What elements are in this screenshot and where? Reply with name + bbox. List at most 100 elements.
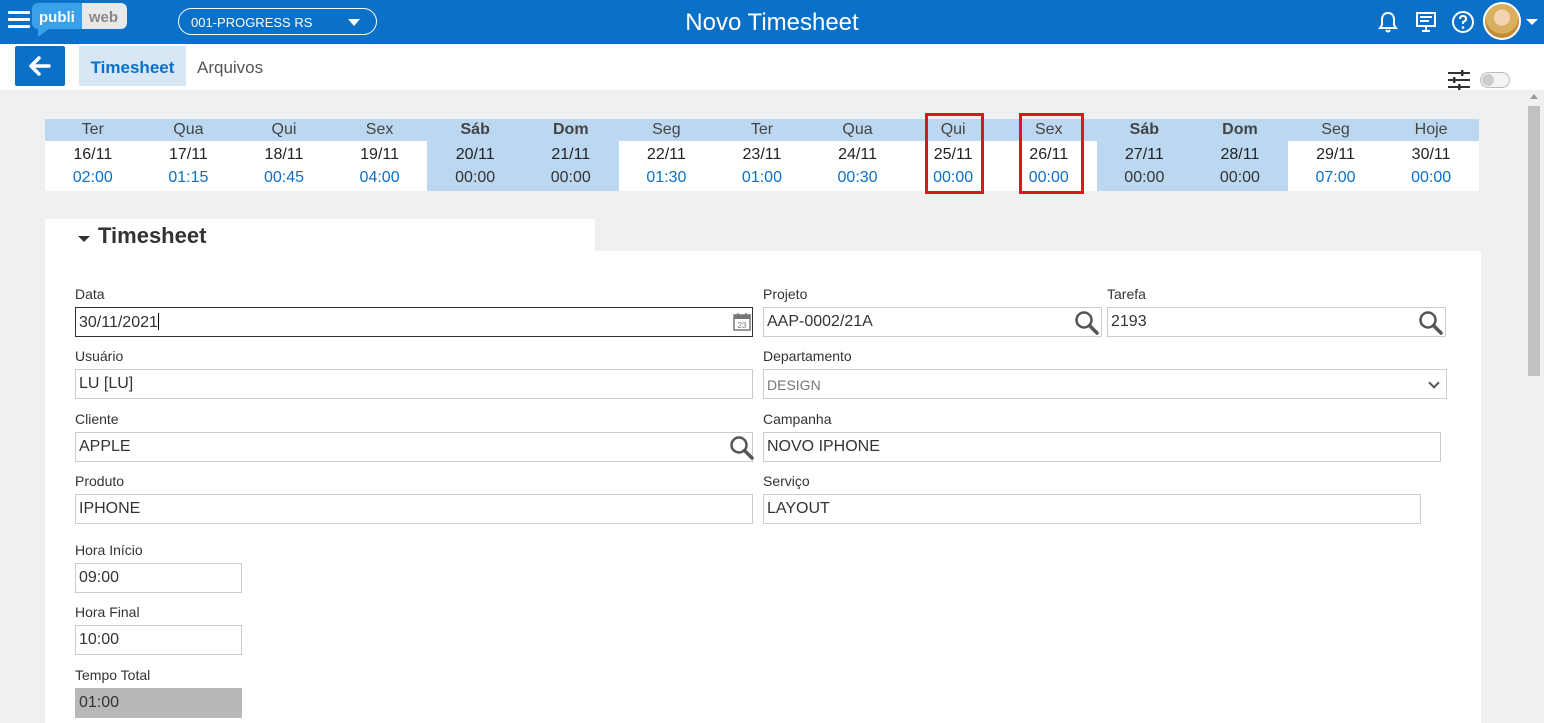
calendar-day[interactable]: Qui 25/11 00:00 bbox=[905, 119, 1001, 191]
calendar-day[interactable]: Qua 17/11 01:15 bbox=[140, 119, 237, 191]
calendar-day-name: Sex bbox=[1000, 119, 1097, 141]
data-input[interactable]: 30/11/2021 23 bbox=[75, 307, 753, 337]
calendar-day-date: 19/11 bbox=[360, 146, 399, 163]
collapse-triangle-icon[interactable] bbox=[78, 236, 90, 242]
calendar-day-date: 25/11 bbox=[933, 146, 973, 163]
view-toggle[interactable] bbox=[1480, 72, 1510, 88]
cliente-input-value: APPLE bbox=[79, 438, 131, 455]
calendar-day-name: Ter bbox=[714, 119, 810, 141]
produto-label: Produto bbox=[75, 473, 125, 489]
calendar-day[interactable]: Seg 29/11 07:00 bbox=[1287, 119, 1384, 191]
tab-arquivos[interactable]: Arquivos bbox=[197, 58, 263, 78]
calendar-day-name: Qua bbox=[140, 119, 237, 141]
calendar-day[interactable]: Qua 24/11 00:30 bbox=[809, 119, 906, 191]
section-header[interactable]: Timesheet bbox=[45, 219, 595, 252]
cliente-label: Cliente bbox=[75, 411, 119, 427]
company-select[interactable]: 001-PROGRESS RS bbox=[178, 8, 377, 35]
calendar-day[interactable]: Ter 23/11 01:00 bbox=[714, 119, 810, 191]
calendar-day-date: 21/11 bbox=[551, 146, 591, 163]
campanha-label: Campanha bbox=[763, 411, 832, 427]
scroll-thumb[interactable] bbox=[1528, 106, 1540, 376]
calendar-day-date: 30/11 bbox=[1411, 146, 1451, 163]
calendar-day[interactable]: Dom 28/11 00:00 bbox=[1192, 119, 1288, 191]
section-title: Timesheet bbox=[98, 223, 207, 248]
calendar-day-hours: 00:00 bbox=[1411, 169, 1452, 186]
hora-inicio-input[interactable]: 09:00 bbox=[75, 563, 242, 593]
projeto-label: Projeto bbox=[763, 286, 808, 302]
calendar-day-hours: 00:30 bbox=[837, 169, 878, 186]
calendar-day[interactable]: Seg 22/11 01:30 bbox=[618, 119, 715, 191]
hora-final-input-value: 10:00 bbox=[79, 631, 120, 648]
calendar-day-hours: 00:00 bbox=[933, 169, 974, 186]
produto-input[interactable]: IPHONE bbox=[75, 494, 753, 524]
svg-text:23: 23 bbox=[738, 321, 747, 330]
usuario-label: Usuário bbox=[75, 348, 124, 364]
scroll-up-arrow-icon[interactable] bbox=[1530, 94, 1538, 99]
calendar-day-hours: 00:00 bbox=[455, 169, 496, 186]
help-icon[interactable] bbox=[1451, 10, 1475, 34]
calendar-day-hours: 01:30 bbox=[646, 169, 687, 186]
projeto-input-value: AAP-0002/21A bbox=[767, 313, 873, 330]
caret-down-icon bbox=[348, 19, 360, 26]
calendar-day-date: 22/11 bbox=[646, 146, 686, 163]
search-icon[interactable] bbox=[1074, 310, 1100, 336]
calendar-day-hours: 00:00 bbox=[1219, 169, 1260, 186]
calendar-day[interactable]: Qui 18/11 00:45 bbox=[236, 119, 332, 191]
calendar-day[interactable]: Sáb 20/11 00:00 bbox=[427, 119, 523, 191]
calendar-day-name: Qui bbox=[236, 119, 332, 141]
cliente-input[interactable]: APPLE bbox=[75, 432, 755, 462]
logo-web-text: web bbox=[81, 3, 128, 29]
tarefa-label: Tarefa bbox=[1107, 286, 1146, 302]
caret-down-icon[interactable] bbox=[1526, 19, 1538, 25]
calendar-day[interactable]: Ter 16/11 02:00 bbox=[45, 119, 141, 191]
calendar-day-name: Hoje bbox=[1383, 119, 1479, 141]
monitor-icon[interactable] bbox=[1414, 10, 1438, 34]
calendar-day-name: Qui bbox=[905, 119, 1001, 141]
servico-input-value: LAYOUT bbox=[767, 500, 830, 517]
tab-timesheet[interactable]: Timesheet bbox=[79, 46, 186, 86]
hora-inicio-label: Hora Início bbox=[75, 542, 143, 558]
top-bar: publi web 001-PROGRESS RS Novo Timesheet bbox=[0, 0, 1544, 44]
campanha-input[interactable]: NOVO IPHONE bbox=[763, 432, 1441, 462]
back-button[interactable] bbox=[15, 46, 65, 86]
week-calendar: Ter 16/11 02:00 Qua 17/11 01:15 Qui 18/11 00:45 S… bbox=[45, 119, 1479, 191]
calendar-day-name: Dom bbox=[1192, 119, 1288, 141]
sliders-icon[interactable] bbox=[1447, 69, 1471, 91]
calendar-day-date: 26/11 bbox=[1029, 146, 1069, 163]
hora-final-input[interactable]: 10:00 bbox=[75, 625, 242, 655]
calendar-day-hours: 01:15 bbox=[168, 169, 209, 186]
tempo-total-value: 01:00 bbox=[79, 694, 120, 711]
servico-input[interactable]: LAYOUT bbox=[763, 494, 1421, 524]
calendar-day[interactable]: Dom 21/11 00:00 bbox=[522, 119, 619, 191]
usuario-input[interactable]: LU [LU] bbox=[75, 369, 753, 399]
user-avatar[interactable] bbox=[1483, 2, 1521, 40]
bell-icon[interactable] bbox=[1376, 10, 1400, 34]
departamento-select[interactable]: DESIGN bbox=[763, 369, 1447, 399]
publiweb-logo[interactable]: publi web bbox=[32, 3, 128, 37]
calendar-day[interactable]: Sáb 27/11 00:00 bbox=[1096, 119, 1193, 191]
calendar-day-date: 17/11 bbox=[168, 146, 208, 163]
hora-final-label: Hora Final bbox=[75, 604, 140, 620]
calendar-day[interactable]: Hoje 30/11 00:00 bbox=[1383, 119, 1479, 191]
menu-icon[interactable] bbox=[8, 11, 30, 31]
calendar-day-hours: 01:00 bbox=[741, 169, 782, 186]
calendar-day[interactable]: Sex 26/11 00:00 bbox=[1000, 119, 1097, 191]
tarefa-input[interactable]: 2193 bbox=[1107, 307, 1446, 337]
search-icon[interactable] bbox=[1418, 310, 1444, 336]
calendar-day-name: Dom bbox=[522, 119, 619, 141]
calendar-day-hours: 00:00 bbox=[1124, 169, 1165, 186]
usuario-input-value: LU [LU] bbox=[79, 375, 134, 392]
calendar-icon[interactable]: 23 bbox=[732, 312, 752, 332]
projeto-input[interactable]: AAP-0002/21A bbox=[763, 307, 1102, 337]
departamento-label: Departamento bbox=[763, 348, 852, 364]
servico-label: Serviço bbox=[763, 473, 810, 489]
calendar-day-name: Seg bbox=[1287, 119, 1384, 141]
calendar-day-date: 28/11 bbox=[1220, 146, 1260, 163]
data-label: Data bbox=[75, 286, 105, 302]
calendar-day-name: Sáb bbox=[1096, 119, 1193, 141]
search-icon[interactable] bbox=[729, 435, 755, 461]
calendar-day-date: 18/11 bbox=[264, 146, 304, 163]
calendar-day[interactable]: Sex 19/11 04:00 bbox=[331, 119, 428, 191]
page-scrollbar[interactable] bbox=[1526, 90, 1544, 723]
calendar-day-date: 24/11 bbox=[838, 146, 877, 163]
